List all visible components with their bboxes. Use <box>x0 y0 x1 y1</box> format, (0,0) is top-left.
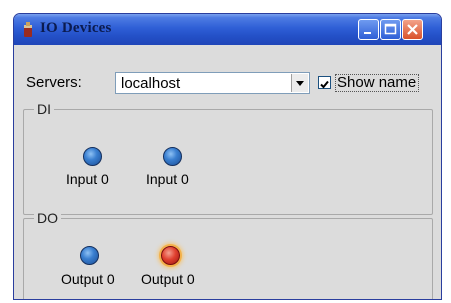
output-led <box>80 246 99 265</box>
title-bar[interactable]: IO Devices <box>14 14 441 45</box>
window-title: IO Devices <box>40 20 112 36</box>
maximize-button[interactable] <box>380 19 401 40</box>
dropdown-arrow-button[interactable] <box>291 74 308 92</box>
di-legend: DI <box>34 101 54 117</box>
di-group: DI Input 0 Input 0 <box>23 101 433 215</box>
servers-dropdown-value: localhost <box>121 75 181 92</box>
input-label: Input 0 <box>146 171 189 187</box>
io-devices-window: IO Devices Servers: localhost Show name … <box>13 13 442 300</box>
output-led-active <box>161 246 180 265</box>
do-legend: DO <box>34 210 61 226</box>
output-label: Output 0 <box>141 271 195 287</box>
input-led <box>163 147 182 166</box>
servers-dropdown[interactable]: localhost <box>115 72 310 94</box>
input-label: Input 0 <box>66 171 109 187</box>
close-icon <box>407 24 418 35</box>
output-label: Output 0 <box>61 271 115 287</box>
minimize-icon <box>364 32 371 34</box>
show-name-label[interactable]: Show name <box>335 74 420 92</box>
input-led <box>83 147 102 166</box>
close-button[interactable] <box>402 19 423 40</box>
minimize-button[interactable] <box>358 19 379 40</box>
maximize-icon <box>384 23 397 35</box>
window-content: Servers: localhost Show name DI Input 0 … <box>14 45 441 299</box>
app-icon <box>22 22 34 38</box>
chevron-down-icon <box>296 81 304 86</box>
checkmark-icon <box>320 80 329 89</box>
show-name-checkbox[interactable] <box>318 76 331 89</box>
servers-label: Servers: <box>26 74 82 91</box>
do-group: DO Output 0 Output 0 <box>23 210 433 299</box>
